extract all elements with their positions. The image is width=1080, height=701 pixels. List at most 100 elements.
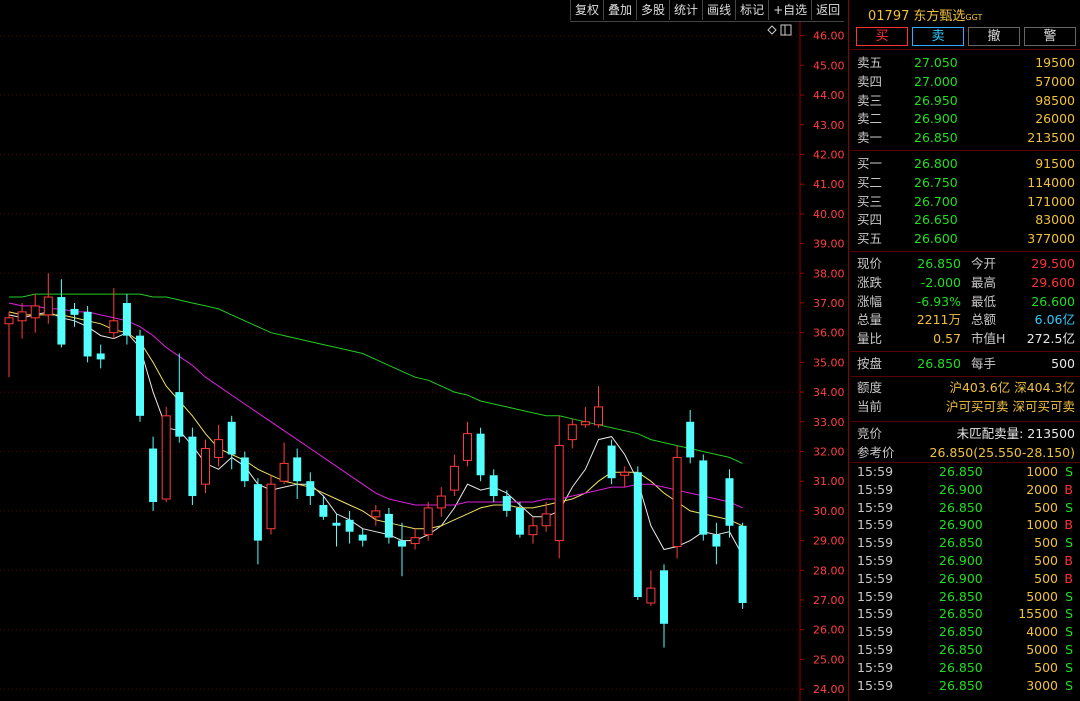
divider-line [851, 351, 1080, 352]
stat-value: -6.93% [916, 293, 961, 309]
close-value: 26.850 [917, 356, 961, 371]
candle-body-down [253, 484, 262, 541]
trade-price: 26.900 [939, 517, 983, 533]
candle-body-down [725, 478, 734, 526]
candle-body-up [371, 510, 381, 518]
trade-row: 15:59 26.850 15500 S [857, 605, 1075, 623]
ask-volume: 57000 [1035, 73, 1075, 89]
moving-average-line [8, 311, 743, 530]
trade-time: 15:59 [857, 659, 894, 675]
draw-line-button[interactable]: 画线 [702, 0, 735, 20]
trade-price: 26.850 [939, 535, 983, 551]
kline-chart-svg[interactable]: 46.00 45.00 44.00 43.00 42.00 41.00 40.00 39.00… [0, 0, 851, 701]
candle-body-up [594, 406, 603, 426]
stat-row: 量比 0.57 市值H 272.5亿 [857, 330, 1075, 348]
mark-button[interactable]: 标记 [735, 0, 768, 20]
y-tick-label: 25.00 [813, 653, 845, 666]
trade-volume: 500 [1034, 659, 1058, 675]
statistics-button[interactable]: 统计 [669, 0, 702, 20]
y-tick-label: 24.00 [813, 683, 845, 696]
buy-button[interactable]: 买 [856, 27, 908, 46]
cancel-order-button[interactable]: 撤 [968, 27, 1020, 46]
trade-side: S [1065, 499, 1073, 515]
ask-volume: 26000 [1035, 111, 1075, 127]
stat-value-2: 6.06亿 [1034, 312, 1075, 328]
candle-body-down [384, 513, 393, 538]
kline-chart[interactable]: 46.00 45.00 44.00 43.00 42.00 41.00 40.00 39.00… [0, 0, 851, 701]
candle-body-down [686, 421, 695, 458]
ask-volume: 98500 [1035, 92, 1075, 108]
candle-body-down [96, 353, 105, 360]
y-tick-label: 40.00 [813, 208, 845, 221]
bid-volume: 91500 [1035, 156, 1075, 171]
candle-body-up [436, 495, 446, 509]
diamond-icon[interactable] [767, 25, 777, 35]
panel-divider [848, 0, 849, 701]
close-label: 按盘 [857, 356, 883, 371]
candle-body-up [567, 424, 577, 441]
ask-volume: 19500 [1035, 55, 1075, 70]
trade-row: 15:59 26.850 4000 S [857, 623, 1075, 641]
trade-price: 26.850 [939, 659, 983, 675]
divider-line [851, 421, 1080, 422]
trade-time: 15:59 [857, 570, 894, 586]
stat-row: 涨跌 -2.000 最高 29.600 [857, 274, 1075, 292]
sell-button[interactable]: 卖 [912, 27, 964, 46]
stat-label: 量比 [857, 331, 883, 347]
ask-price: 27.050 [914, 55, 958, 70]
stat-row: 总量 2211万 总额 6.06亿 [857, 311, 1075, 329]
candle-body-down [306, 481, 315, 497]
bid-label: 买二 [857, 174, 883, 190]
ref-price-row: 参考价 26.850(25.550-28.150) [857, 444, 1075, 462]
candle-body-up [43, 296, 53, 316]
candle-body-down [319, 504, 328, 517]
y-tick-label: 28.00 [813, 564, 845, 577]
candle-body-down [712, 534, 721, 547]
trade-side: B [1064, 570, 1073, 586]
trade-volume: 4000 [1026, 624, 1058, 640]
y-tick-label: 33.00 [813, 416, 845, 429]
candle-body-down [607, 445, 616, 479]
candle-body-up [580, 421, 590, 426]
candle-body-down [175, 392, 184, 437]
trade-side: S [1065, 677, 1073, 693]
trade-volume: 500 [1034, 570, 1058, 586]
ask-row: 卖一 26.850 213500 [857, 129, 1075, 147]
ask-label: 卖二 [857, 111, 883, 127]
candle-body-up [528, 525, 538, 536]
trade-time: 15:59 [857, 588, 894, 604]
y-tick-label: 30.00 [813, 505, 845, 518]
restore-rights-button[interactable]: 复权 [570, 0, 603, 20]
bid-label: 买四 [857, 212, 883, 228]
candle-body-up [410, 537, 420, 545]
ask-price: 26.850 [914, 130, 958, 146]
trade-time: 15:59 [857, 499, 894, 515]
candle-body-down [699, 460, 708, 535]
auction-value: 未匹配卖量: 213500 [956, 426, 1075, 441]
y-tick-label: 32.00 [813, 445, 845, 458]
bid-label: 买三 [857, 193, 883, 209]
y-tick-label: 31.00 [813, 475, 845, 488]
alert-button[interactable]: 警 [1024, 27, 1076, 46]
candle-body-up [463, 433, 472, 461]
overlay-button[interactable]: 叠加 [603, 0, 636, 20]
panel-toggle-icon[interactable] [780, 24, 792, 36]
y-tick-label: 44.00 [813, 89, 845, 102]
quota-value: 沪403.6亿 深404.3亿 [949, 380, 1075, 395]
divider-line [851, 376, 1080, 377]
ask-price: 26.900 [914, 111, 958, 127]
bid-volume: 171000 [1027, 193, 1075, 209]
candle-body-down [293, 457, 302, 482]
trade-price: 26.850 [939, 677, 983, 693]
y-tick-label: 26.00 [813, 624, 845, 637]
back-button[interactable]: 返回 [811, 0, 844, 20]
current-row: 当前 沪可买可卖 深可买可卖 [857, 398, 1075, 416]
candle-body-down [57, 297, 66, 345]
add-watchlist-button[interactable]: +自选 [768, 0, 811, 20]
multi-stock-button[interactable]: 多股 [636, 0, 669, 20]
trade-row: 15:59 26.850 500 S [857, 499, 1075, 517]
y-tick-label: 37.00 [813, 297, 845, 310]
y-tick-label: 38.00 [813, 267, 845, 280]
auction-label: 竞价 [857, 426, 883, 441]
trade-volume: 3000 [1026, 677, 1058, 693]
